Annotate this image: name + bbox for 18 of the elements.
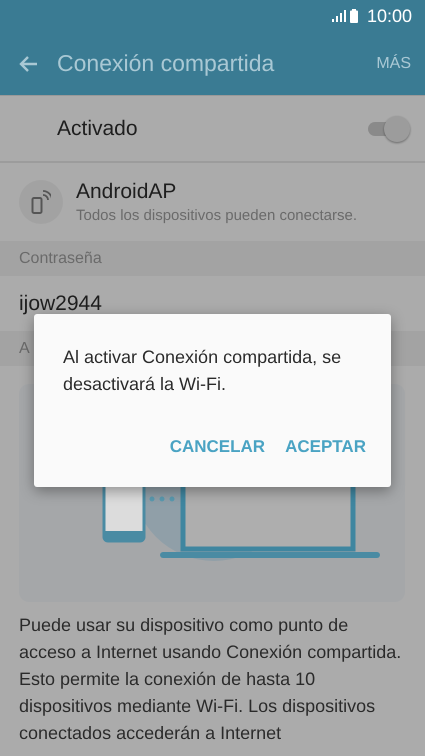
hotspot-icon (19, 180, 63, 224)
battery-icon (350, 9, 358, 23)
switch-row[interactable]: Activado (0, 96, 425, 163)
password-value: ijow2944 (18, 290, 103, 316)
help-text: Puede usar su dispositivo como punto de acceso a Internet usando Conexión compartida. Esto permite la conexión de hasta 10 dispositivos mediante Wi-Fi. Los dispositivos conectados accederán a Internet (19, 614, 402, 745)
switch-label: Activado (57, 116, 138, 140)
more-button[interactable]: MÁS (376, 54, 411, 72)
network-row[interactable]: AndroidAP Todos los dispositivos pueden conectarse. (0, 163, 425, 241)
screen-title: Conexión compartida (57, 50, 276, 77)
dialog-button[interactable]: CANCELAR (170, 433, 266, 461)
section-header: Contraseña (0, 241, 425, 276)
network-description: Todos los dispositivos pueden conectarse. (76, 207, 358, 224)
clock: 10:00 (366, 6, 412, 26)
toggle-switch[interactable] (366, 116, 412, 142)
back-arrow-icon (18, 54, 38, 72)
network-name: AndroidAP (76, 180, 178, 204)
signal-icon (332, 10, 346, 22)
dialog-button[interactable]: ACEPTAR (285, 433, 366, 461)
